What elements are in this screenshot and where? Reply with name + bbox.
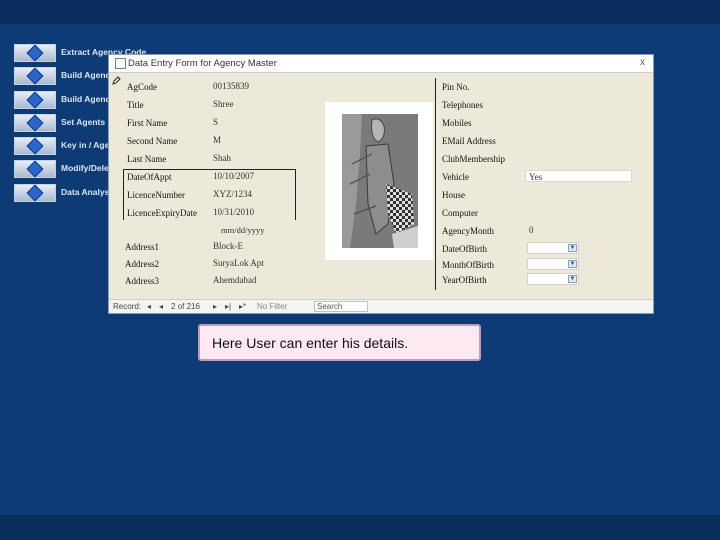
record-label: Record: (113, 302, 142, 311)
diamond-icon (26, 67, 44, 85)
menu-button[interactable] (14, 44, 56, 62)
chevron-down-icon[interactable]: ▼ (568, 260, 577, 268)
licence-expiry-date-field[interactable]: 10/31/2010 (213, 207, 254, 217)
label-mobiles: Mobiles (442, 118, 472, 128)
diamond-icon (26, 160, 44, 178)
diamond-icon (26, 137, 44, 155)
label-second-name: Second Name (127, 136, 178, 146)
label-year-of-birth: YearOfBirth (442, 275, 487, 285)
diamond-icon (26, 44, 44, 62)
month-of-birth-dropdown[interactable]: ▼ (527, 258, 579, 270)
date-format-hint: mm/dd/yyyy (221, 225, 265, 235)
diamond-icon (26, 184, 44, 202)
label-licence-expiry-date: LicenceExpiryDate (127, 208, 197, 218)
callout-text: Here User can enter his details. (212, 335, 409, 351)
record-position[interactable]: 2 of 216 (171, 302, 200, 311)
menu-button[interactable] (14, 137, 56, 155)
menu-button[interactable] (14, 67, 56, 85)
top-band (0, 0, 720, 24)
next-record-button[interactable]: ▸ (213, 302, 217, 311)
label-address1: Address1 (125, 242, 159, 252)
label-title: Title (127, 100, 144, 110)
date-of-birth-dropdown[interactable]: ▼ (527, 242, 579, 254)
vehicle-field[interactable]: Yes (525, 170, 632, 182)
title-field[interactable]: Shree (213, 99, 234, 109)
agcode-field[interactable]: 00135839 (213, 81, 249, 91)
address3-field[interactable]: Ahemdabad (213, 275, 256, 285)
agent-photo[interactable] (325, 102, 433, 260)
callout-box: Here User can enter his details. (198, 324, 481, 361)
label-date-of-birth: DateOfBirth (442, 244, 487, 254)
new-record-button[interactable]: ▸* (239, 302, 246, 311)
agency-month-field[interactable]: 0 (529, 225, 534, 235)
form-icon (115, 58, 126, 69)
label-agency-month: AgencyMonth (442, 226, 494, 236)
menu-button[interactable] (14, 114, 56, 132)
window-title: Data Entry Form for Agency Master (128, 58, 277, 69)
chevron-down-icon[interactable]: ▼ (568, 275, 577, 283)
second-name-field[interactable]: M (213, 135, 221, 145)
label-address2: Address2 (125, 259, 159, 269)
label-telephones: Telephones (442, 100, 483, 110)
label-house: House (442, 190, 465, 200)
diamond-icon (26, 114, 44, 132)
menu-button[interactable] (14, 160, 56, 178)
diamond-icon (26, 91, 44, 109)
label-first-name: First Name (127, 118, 168, 128)
pencil-icon (112, 76, 121, 85)
close-icon[interactable]: x (640, 57, 645, 68)
last-name-field[interactable]: Shah (213, 153, 231, 163)
address1-field[interactable]: Block-E (213, 241, 243, 251)
first-record-button[interactable]: ◂ (147, 302, 151, 311)
licence-number-field[interactable]: XYZ/1234 (213, 189, 252, 199)
bottom-band (0, 515, 720, 540)
divider (123, 169, 295, 170)
vehicle-value: Yes (529, 172, 543, 182)
label-licence-number: LicenceNumber (127, 190, 185, 200)
record-navigation-bar: Record: ◂ ◂ 2 of 216 ▸ ▸| ▸* No Filter S… (109, 299, 653, 313)
menu-button[interactable] (14, 91, 56, 109)
label-computer: Computer (442, 208, 478, 218)
label-date-of-appt: DateOfAppt (127, 172, 172, 182)
label-last-name: Last Name (127, 154, 167, 164)
address2-field[interactable]: SuryaLok Apt (213, 258, 264, 268)
form-area: AgCode 00135839 Title Shree First Name S… (109, 74, 653, 298)
photo-image (342, 114, 418, 248)
label-vehicle: Vehicle (442, 172, 469, 182)
filter-status[interactable]: No Filter (257, 302, 287, 311)
divider (123, 169, 124, 220)
label-club-membership: ClubMembership (442, 154, 505, 164)
label-pin-no: Pin No. (442, 82, 470, 92)
search-input[interactable]: Search (314, 301, 368, 312)
previous-record-button[interactable]: ◂ (159, 302, 163, 311)
label-email-address: EMail Address (442, 136, 496, 146)
date-of-appt-field[interactable]: 10/10/2007 (213, 171, 254, 181)
window-titlebar: Data Entry Form for Agency Master x (109, 55, 653, 73)
last-record-button[interactable]: ▸| (225, 302, 231, 311)
chevron-down-icon[interactable]: ▼ (568, 244, 577, 252)
menu-button[interactable] (14, 184, 56, 202)
divider (295, 169, 296, 220)
divider (435, 78, 436, 290)
label-address3: Address3 (125, 276, 159, 286)
label-agcode: AgCode (127, 82, 157, 92)
year-of-birth-dropdown[interactable]: ▼ (527, 273, 579, 285)
label-month-of-birth: MonthOfBirth (442, 260, 495, 270)
first-name-field[interactable]: S (213, 117, 218, 127)
data-entry-window: Data Entry Form for Agency Master x AgCo… (108, 54, 654, 314)
